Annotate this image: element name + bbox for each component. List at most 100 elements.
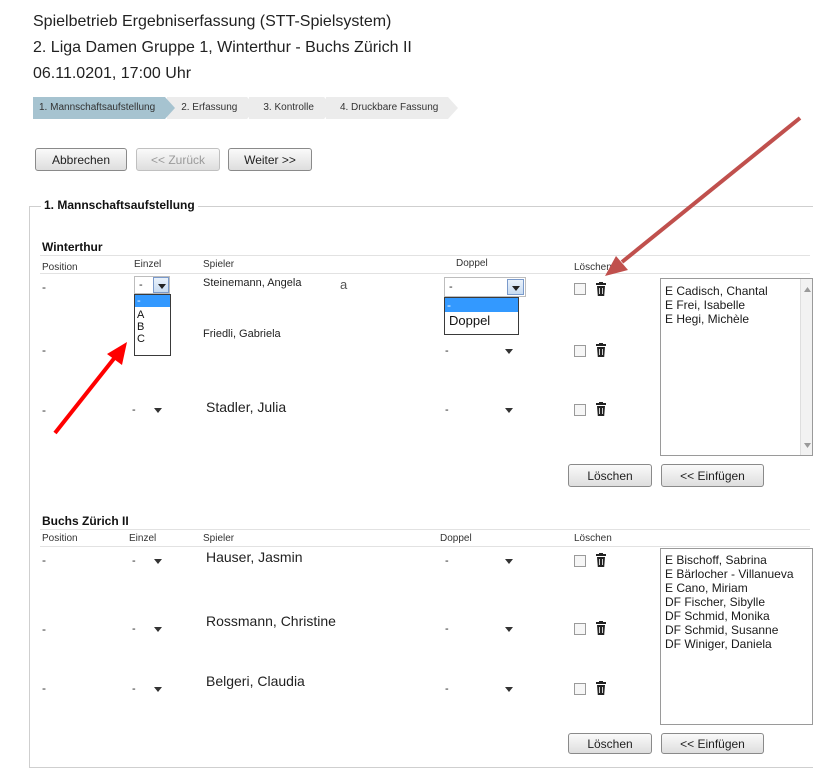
next-button[interactable]: Weiter >>: [228, 148, 312, 171]
doppel-option[interactable]: -: [445, 298, 518, 312]
team2-row2-doppel-value: -: [445, 623, 449, 635]
team1-row3-doppel-select[interactable]: -: [440, 400, 520, 420]
team1-row3-einzel-select[interactable]: -: [127, 400, 169, 420]
team1-row2-position: -: [42, 343, 46, 357]
team2-delete-button[interactable]: Löschen: [568, 733, 652, 754]
col-doppel: Doppel: [456, 258, 488, 269]
col-spieler: Spieler: [203, 259, 235, 270]
team1-row1-einzel-value: -: [139, 279, 143, 291]
step-erfassung[interactable]: 2. Erfassung: [167, 97, 258, 119]
team2-row3-position: -: [42, 681, 46, 695]
team2-row1-einzel-select[interactable]: -: [127, 551, 169, 571]
list-item[interactable]: E Bischoff, Sabrina: [661, 553, 812, 567]
team2-row3-einzel-select[interactable]: -: [127, 679, 169, 699]
trash-icon[interactable]: [596, 681, 606, 695]
list-item[interactable]: DF Winiger, Daniela: [661, 637, 812, 651]
trash-icon[interactable]: [596, 282, 606, 296]
chevron-down-icon[interactable]: [153, 277, 169, 293]
list-item[interactable]: DF Schmid, Monika: [661, 609, 812, 623]
team2-row1-doppel-value: -: [445, 555, 449, 567]
step-druckbare-fassung[interactable]: 4. Druckbare Fassung: [325, 97, 459, 119]
header-line-1: Spielbetrieb Ergebniserfassung (STT-Spie…: [33, 13, 392, 30]
team1-row1-delete-checkbox[interactable]: [574, 283, 586, 295]
trash-icon[interactable]: [596, 553, 606, 567]
team1-row1-spieler: Steinemann, Angela: [203, 277, 302, 289]
list-item[interactable]: E Bärlocher - Villanueva: [661, 567, 812, 581]
team1-insert-button[interactable]: << Einfügen: [661, 464, 764, 487]
team1-row3-delete-checkbox[interactable]: [574, 404, 586, 416]
team1-row2-delete-checkbox[interactable]: [574, 345, 586, 357]
team2-row1-position: -: [42, 553, 46, 567]
team2-row1-einzel-value: -: [132, 555, 136, 567]
team2-col-divider: [40, 546, 810, 547]
trash-icon[interactable]: [596, 402, 606, 416]
team1-delete-button[interactable]: Löschen: [568, 464, 652, 487]
team1-row2-doppel-select[interactable]: -: [440, 341, 520, 361]
col-einzel: Einzel: [129, 533, 157, 544]
team2-row1-delete-checkbox[interactable]: [574, 555, 586, 567]
team2-row1-doppel-select[interactable]: -: [440, 551, 520, 571]
back-button[interactable]: << Zurück: [136, 148, 220, 171]
col-position: Position: [42, 262, 78, 273]
list-item[interactable]: E Cano, Miriam: [661, 581, 812, 595]
team2-name: Buchs Zürich II: [42, 514, 129, 528]
team1-row1-einzel-select[interactable]: -: [134, 276, 170, 294]
list-item[interactable]: DF Schmid, Susanne: [661, 623, 812, 637]
doppel-dropdown-list[interactable]: - Doppel: [444, 297, 519, 335]
scroll-down-icon[interactable]: [804, 443, 811, 448]
team2-row3-delete-checkbox[interactable]: [574, 683, 586, 695]
team2-insert-button[interactable]: << Einfügen: [661, 733, 764, 754]
einzel-option[interactable]: B: [135, 321, 170, 333]
step-kontrolle[interactable]: 3. Kontrolle: [249, 97, 334, 119]
col-position: Position: [42, 533, 78, 544]
einzel-option[interactable]: -: [135, 295, 170, 307]
chevron-down-icon[interactable]: [507, 279, 524, 295]
col-loeschen: Löschen: [574, 533, 612, 544]
team1-row2-doppel-value: -: [445, 345, 449, 357]
team1-row1-position: -: [42, 280, 46, 294]
team2-row2-doppel-select[interactable]: -: [440, 619, 520, 639]
header-line-3: 06.11.0201, 17:00 Uhr: [33, 65, 192, 82]
list-item[interactable]: E Cadisch, Chantal: [661, 284, 812, 298]
list-item[interactable]: E Frei, Isabelle: [661, 298, 812, 312]
col-spieler: Spieler: [203, 533, 235, 544]
team1-header-divider: [40, 255, 810, 256]
list-item[interactable]: DF Fischer, Sibylle: [661, 595, 812, 609]
einzel-dropdown-list[interactable]: - A B C: [134, 294, 171, 356]
team2-row3-einzel-value: -: [132, 683, 136, 695]
team1-available-players-list[interactable]: E Cadisch, Chantal E Frei, Isabelle E He…: [660, 278, 813, 456]
list-item[interactable]: E Hegi, Michèle: [661, 312, 812, 326]
team1-col-divider: [40, 273, 810, 274]
team1-row3-position: -: [42, 403, 46, 417]
team2-row2-position: -: [42, 622, 46, 636]
team1-name: Winterthur: [42, 240, 103, 254]
team2-header-divider: [40, 529, 810, 530]
team1-row1-doppel-value: -: [449, 281, 453, 293]
wizard-steps: 1. Mannschaftsaufstellung 2. Erfassung 3…: [33, 97, 459, 119]
doppel-option[interactable]: Doppel: [445, 312, 518, 330]
trash-icon[interactable]: [596, 343, 606, 357]
obscured-text-fragment: a: [340, 277, 348, 292]
team2-row1-spieler: Hauser, Jasmin: [206, 549, 303, 565]
trash-icon[interactable]: [596, 621, 606, 635]
team1-row2-spieler: Friedli, Gabriela: [203, 328, 281, 340]
step-mannschaftsaufstellung[interactable]: 1. Mannschaftsaufstellung: [33, 97, 176, 119]
team2-row2-spieler: Rossmann, Christine: [206, 613, 336, 629]
einzel-option[interactable]: A: [135, 309, 170, 321]
team1-row3-doppel-value: -: [445, 404, 449, 416]
header-line-2: 2. Liga Damen Gruppe 1, Winterthur - Buc…: [33, 39, 412, 56]
team2-row3-doppel-select[interactable]: -: [440, 679, 520, 699]
team2-row2-einzel-select[interactable]: -: [127, 619, 169, 639]
cancel-button[interactable]: Abbrechen: [35, 148, 127, 171]
team2-row3-doppel-value: -: [445, 683, 449, 695]
einzel-option[interactable]: C: [135, 333, 170, 345]
scroll-up-icon[interactable]: [804, 287, 811, 292]
team1-row3-spieler: Stadler, Julia: [206, 399, 287, 415]
team1-row3-einzel-value: -: [132, 404, 136, 416]
team1-row1-doppel-select[interactable]: -: [444, 277, 526, 297]
team2-row3-spieler: Belgeri, Claudia: [206, 673, 305, 689]
team2-row2-delete-checkbox[interactable]: [574, 623, 586, 635]
team2-available-players-list[interactable]: E Bischoff, Sabrina E Bärlocher - Villan…: [660, 548, 813, 725]
team1-list-scrollbar[interactable]: [800, 279, 812, 455]
col-doppel: Doppel: [440, 533, 472, 544]
